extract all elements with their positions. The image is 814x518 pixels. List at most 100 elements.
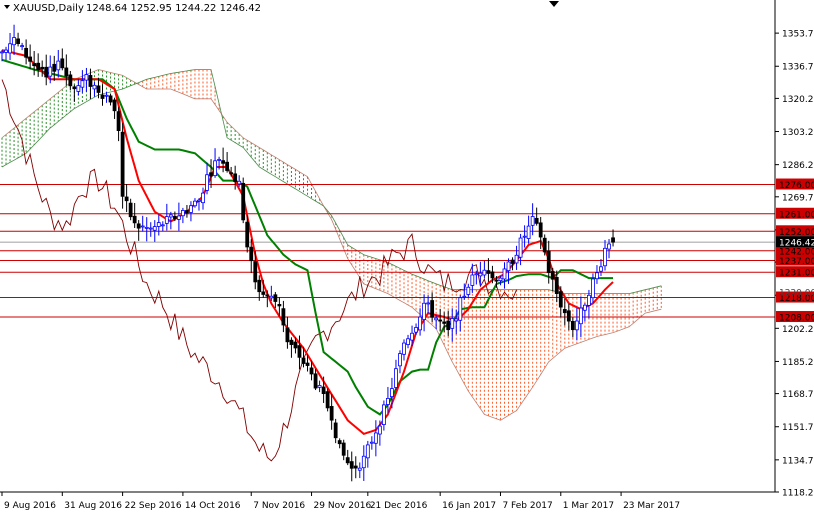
candle-body [345, 457, 350, 464]
y-tick-label: 1320.20 [782, 95, 814, 105]
candle-body [225, 161, 230, 171]
candle-body [349, 461, 354, 469]
candle-body [418, 316, 422, 331]
candle-body [237, 180, 242, 185]
candle-body [0, 51, 4, 54]
candle-body [128, 202, 133, 218]
candle-body [201, 192, 205, 204]
symbol-info: XAUUSD,Daily [13, 3, 84, 14]
candle-body [305, 362, 310, 366]
candle-body [168, 214, 173, 218]
x-tick-label: 31 Aug 2016 [64, 501, 122, 511]
candle-body [56, 60, 61, 71]
candle-body [486, 270, 491, 274]
candle-body [112, 99, 117, 112]
candle-body [273, 294, 278, 302]
candle-body [189, 205, 193, 213]
y-tick-label: 1336.70 [782, 63, 814, 73]
candle-body [80, 80, 85, 88]
candle-body [526, 225, 531, 239]
candle-body [587, 294, 591, 306]
candle-body [197, 199, 201, 202]
candle-body [233, 173, 238, 182]
x-tick-label: 23 Mar 2017 [623, 501, 680, 511]
candle-body [591, 278, 595, 299]
candle-body [466, 286, 471, 295]
candle-body [120, 131, 125, 197]
candle-body [277, 304, 282, 307]
x-tick-label: 7 Feb 2017 [502, 501, 552, 511]
candle-body [96, 85, 101, 93]
x-tick-label: 22 Sep 2016 [125, 501, 182, 511]
candle-body [510, 259, 515, 264]
candle-body [176, 215, 181, 220]
x-tick-label: 1 Mar 2017 [563, 501, 614, 511]
candle-body [249, 246, 254, 262]
candle-body [434, 317, 439, 321]
candle-body [337, 440, 342, 445]
candle-body [140, 225, 145, 228]
candle-body [390, 388, 394, 398]
candle-body [92, 84, 97, 90]
y-tick-label: 1185.20 [782, 358, 814, 368]
candle-body [261, 291, 266, 295]
candle-body [172, 215, 177, 219]
candle-body [450, 318, 455, 329]
candle-body [502, 268, 507, 280]
candle-body [24, 47, 29, 58]
candle-body [88, 75, 93, 87]
candle-body [132, 215, 137, 224]
candle-body [474, 273, 479, 276]
candle-body [257, 279, 262, 293]
candle-body [221, 160, 226, 164]
level-label: 1231.00 [779, 269, 814, 279]
candle-body [317, 385, 322, 388]
candle-body [542, 237, 547, 253]
candle-body [64, 67, 69, 77]
y-tick-label: 1303.20 [782, 128, 814, 138]
level-label-partial: 1220.00 [779, 289, 814, 299]
candle-body [410, 332, 414, 341]
candle-body [68, 74, 73, 87]
x-tick-label: 29 Nov 2016 [314, 501, 372, 511]
candle-body [281, 308, 286, 326]
candle-body [357, 467, 362, 471]
price-chart[interactable]: 1353.70 1336.70 1320.20 1303.20 1286.20 1269.… [0, 0, 814, 514]
candle-body [8, 43, 12, 54]
candle-body [607, 243, 611, 250]
candle-body [164, 216, 169, 224]
candle-body [148, 227, 153, 230]
candle-body [402, 342, 406, 355]
candle-body [333, 422, 338, 439]
candle-body [245, 221, 250, 248]
candle-body [430, 300, 435, 318]
x-tick-label: 16 Jan 2017 [442, 501, 496, 511]
candle-body [603, 247, 607, 267]
chart-header: XAUUSD,Daily 1248.64 1252.95 1244.22 124… [4, 3, 261, 14]
candle-body [48, 66, 53, 77]
candle-body [530, 216, 535, 226]
candle-body [454, 318, 459, 322]
y-tick-label: 1168.70 [782, 390, 814, 400]
y-tick-label: 1118.20 [782, 489, 814, 499]
candle-body [482, 269, 487, 276]
candle-body [518, 237, 523, 258]
candle-body [265, 294, 270, 297]
candle-body [446, 320, 451, 331]
chart-window[interactable]: 1353.70 1336.70 1320.20 1303.20 1286.20 1269.… [0, 0, 814, 514]
y-tick-label: 1286.20 [782, 161, 814, 171]
candle-body [229, 172, 234, 175]
candle-body [377, 425, 382, 435]
candle-body [522, 235, 527, 238]
candle-body [160, 224, 165, 227]
y-tick-label: 1202.20 [782, 325, 814, 335]
candle-body [595, 272, 599, 280]
candle-body [381, 404, 386, 425]
candle-body [185, 210, 189, 214]
candle-body [373, 432, 378, 444]
candle-body [558, 291, 563, 308]
candle-body [386, 398, 390, 405]
candle-body [546, 250, 551, 274]
x-tick-label: 7 Nov 2016 [253, 501, 305, 511]
candle-body [36, 62, 41, 70]
